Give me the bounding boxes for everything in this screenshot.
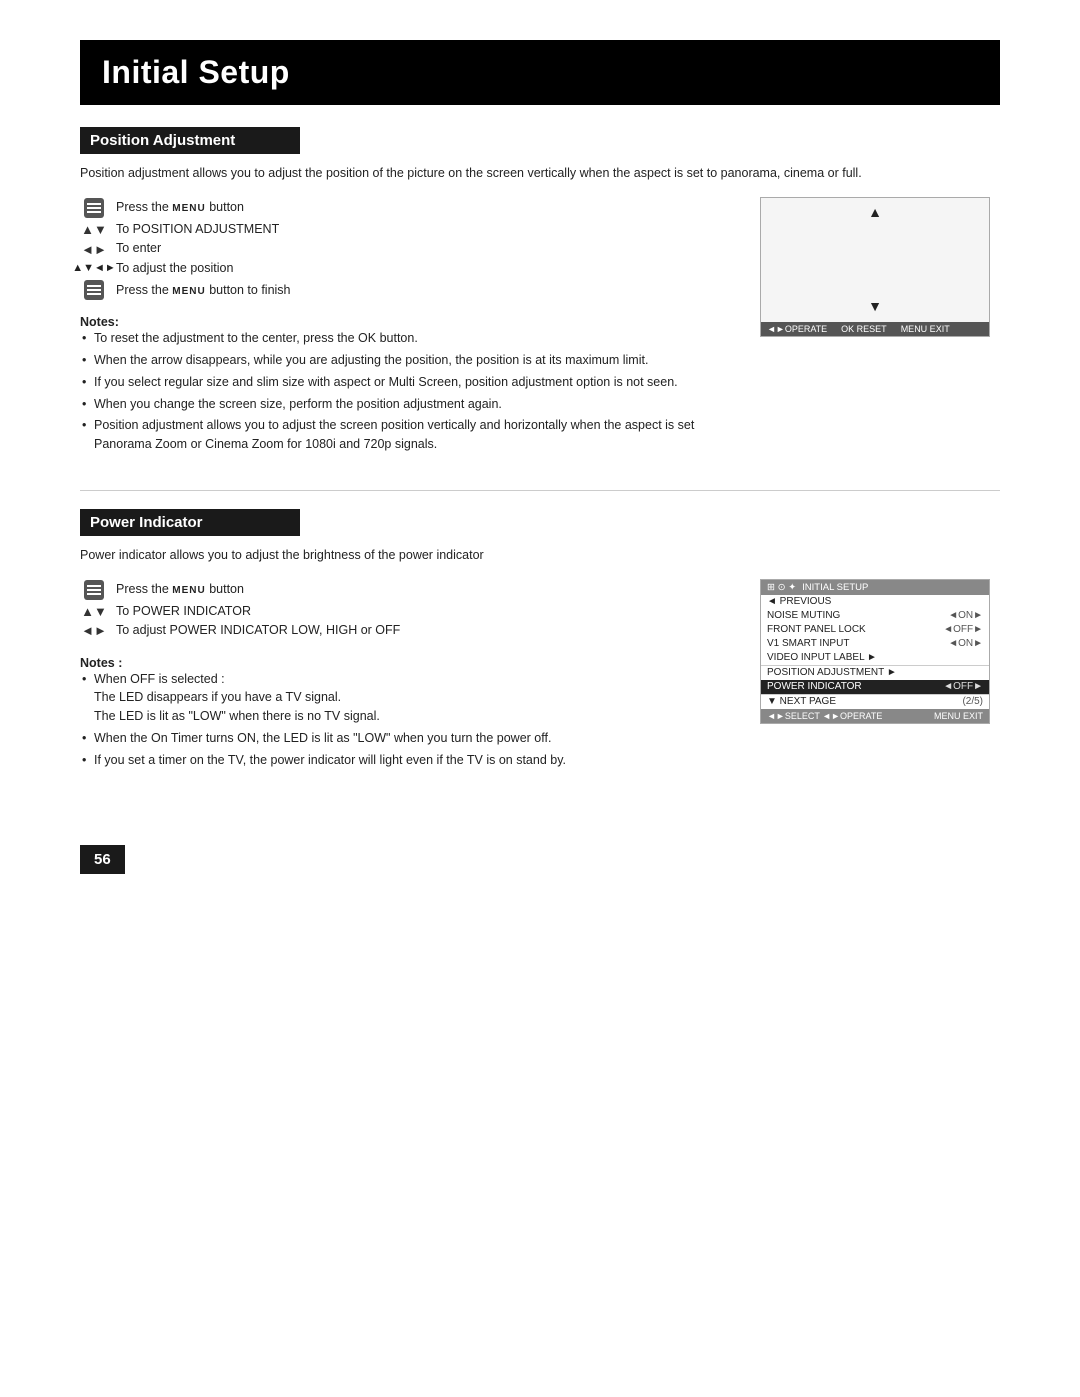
- page-title: Initial Setup: [80, 40, 1000, 105]
- instr2-text-3: To adjust POWER INDICATOR LOW, HIGH or O…: [116, 622, 400, 640]
- screen-bottom-bar: ◄►OPERATE OK RESET MENU EXIT: [761, 322, 989, 336]
- instr2-row-1: Press the Menu button: [80, 579, 730, 601]
- screen-box: ▲ ▼ ◄►OPERATE OK RESET MENU EXIT: [760, 197, 990, 337]
- instr-row-1: Press the Menu button: [80, 197, 730, 219]
- screen-bar-reset: OK RESET: [841, 324, 887, 334]
- menu-bottom-exit: MENU EXIT: [934, 711, 983, 721]
- instr2-text-2: To POWER INDICATOR: [116, 603, 251, 621]
- section1-note-1: To reset the adjustment to the center, p…: [80, 329, 730, 348]
- instr2-row-2: ▲▼ To POWER INDICATOR: [80, 603, 730, 621]
- menu-label-next-page: ▼ NEXT PAGE: [767, 696, 836, 707]
- menu-title-icons: ⊞ ⊙ ✦: [767, 582, 796, 593]
- instr-text-1: Press the Menu button: [116, 199, 244, 217]
- instr-text-5: Press the Menu button to finish: [116, 282, 291, 300]
- menu-label-position-adjustment: POSITION ADJUSTMENT ►: [767, 667, 897, 678]
- menu-row-v1-smart-input: V1 SMART INPUT ◄ON►: [761, 637, 989, 651]
- menu-label-front-panel-lock: FRONT PANEL LOCK: [767, 624, 866, 635]
- menu-title-text: INITIAL SETUP: [802, 582, 868, 593]
- instr2-text-1: Press the Menu button: [116, 581, 244, 599]
- menu-value-front-panel-lock: ◄OFF►: [943, 624, 983, 635]
- menu-value-v1-smart-input: ◄ON►: [948, 638, 983, 649]
- menu-row-previous: ◄ PREVIOUS: [761, 595, 989, 609]
- page-number: 56: [80, 845, 125, 874]
- menu-label-video-input-label: VIDEO INPUT LABEL ►: [767, 652, 877, 663]
- menu-row-video-input-label: VIDEO INPUT LABEL ►: [761, 651, 989, 665]
- arrow-ud-icon-2: ▲▼: [80, 605, 108, 618]
- section-divider: [80, 490, 1000, 491]
- menu-row-noise-muting: NOISE MUTING ◄ON►: [761, 609, 989, 623]
- section2-instr-table: Press the Menu button ▲▼ To POWER INDICA…: [80, 579, 730, 640]
- section2-note-2: When the On Timer turns ON, the LED is l…: [80, 729, 730, 748]
- menu-box: ⊞ ⊙ ✦ INITIAL SETUP ◄ PREVIOUS NOISE MUT…: [760, 579, 990, 724]
- section1-instructions: Press the Menu button ▲▼ To POSITION ADJ…: [80, 197, 730, 462]
- section1-screen-diagram: ▲ ▼ ◄►OPERATE OK RESET MENU EXIT: [760, 197, 1000, 337]
- menu-value-power-indicator: ◄OFF►: [943, 681, 983, 692]
- arrow-ud-icon-1: ▲▼: [80, 223, 108, 236]
- menu-label-v1-smart-input: V1 SMART INPUT: [767, 638, 849, 649]
- section2-note-3: If you set a timer on the TV, the power …: [80, 751, 730, 770]
- instr-text-3: To enter: [116, 240, 161, 258]
- section2-instructions: Press the Menu button ▲▼ To POWER INDICA…: [80, 579, 730, 778]
- section1-notes-label: Notes:: [80, 315, 119, 329]
- menu-row-position-adjustment: POSITION ADJUSTMENT ►: [761, 665, 989, 680]
- instr2-row-3: ◄► To adjust POWER INDICATOR LOW, HIGH o…: [80, 622, 730, 640]
- menu-value-noise-muting: ◄ON►: [948, 610, 983, 621]
- menu-bottom-select: ◄►SELECT ◄►OPERATE: [767, 711, 882, 721]
- section2-notes-list: When OFF is selected : The LED disappear…: [80, 670, 730, 770]
- section2-instructions-row: Press the Menu button ▲▼ To POWER INDICA…: [80, 579, 1000, 778]
- instr-row-5: Press the Menu button to finish: [80, 279, 730, 301]
- instr-row-2: ▲▼ To POSITION ADJUSTMENT: [80, 221, 730, 239]
- section2-note-1: When OFF is selected : The LED disappear…: [80, 670, 730, 726]
- section-power-indicator: Power Indicator Power indicator allows y…: [80, 509, 1000, 778]
- section2-notes: Notes : When OFF is selected : The LED d…: [80, 656, 730, 770]
- section1-note-5: Position adjustment allows you to adjust…: [80, 416, 730, 454]
- menu-row-next-page: ▼ NEXT PAGE (2/5): [761, 694, 989, 709]
- arrow-lr-icon-2: ◄►: [80, 624, 108, 637]
- section1-instr-table: Press the Menu button ▲▼ To POSITION ADJ…: [80, 197, 730, 302]
- menu-label-power-indicator: POWER INDICATOR: [767, 681, 862, 692]
- instr-row-4: ▲▼◄► To adjust the position: [80, 260, 730, 278]
- instr-text-4: To adjust the position: [116, 260, 233, 278]
- menu-icon-1: [80, 197, 108, 219]
- section-position-adjustment: Position Adjustment Position adjustment …: [80, 127, 1000, 462]
- section2-header: Power Indicator: [80, 509, 300, 536]
- section1-header: Position Adjustment: [80, 127, 300, 154]
- section2-description: Power indicator allows you to adjust the…: [80, 546, 1000, 565]
- section1-instructions-row: Press the Menu button ▲▼ To POSITION ADJ…: [80, 197, 1000, 462]
- menu-icon-3: [80, 579, 108, 601]
- section1-description: Position adjustment allows you to adjust…: [80, 164, 1000, 183]
- menu-row-power-indicator: POWER INDICATOR ◄OFF►: [761, 680, 989, 694]
- section1-notes-list: To reset the adjustment to the center, p…: [80, 329, 730, 454]
- screen-bar-operate: ◄►OPERATE: [767, 324, 827, 334]
- screen-arrow-down: ▼: [868, 298, 882, 314]
- menu-title-bar: ⊞ ⊙ ✦ INITIAL SETUP: [761, 580, 989, 595]
- section2-menu-diagram: ⊞ ⊙ ✦ INITIAL SETUP ◄ PREVIOUS NOISE MUT…: [760, 579, 1000, 724]
- menu-label-noise-muting: NOISE MUTING: [767, 610, 840, 621]
- section1-note-3: If you select regular size and slim size…: [80, 373, 730, 392]
- screen-arrow-up: ▲: [868, 204, 882, 220]
- menu-value-next-page: (2/5): [962, 696, 983, 707]
- menu-bottom-bar: ◄►SELECT ◄►OPERATE MENU EXIT: [761, 709, 989, 723]
- section2-notes-label: Notes :: [80, 656, 122, 670]
- instr-row-3: ◄► To enter: [80, 240, 730, 258]
- section1-note-4: When you change the screen size, perform…: [80, 395, 730, 414]
- arrow-lr-icon-1: ◄►: [80, 243, 108, 256]
- arrow-udlr-icon-1: ▲▼◄►: [80, 263, 108, 274]
- section1-note-2: When the arrow disappears, while you are…: [80, 351, 730, 370]
- section1-notes: Notes: To reset the adjustment to the ce…: [80, 315, 730, 454]
- menu-icon-2: [80, 279, 108, 301]
- menu-row-front-panel-lock: FRONT PANEL LOCK ◄OFF►: [761, 623, 989, 637]
- instr-text-2: To POSITION ADJUSTMENT: [116, 221, 279, 239]
- screen-bar-exit: MENU EXIT: [901, 324, 950, 334]
- menu-label-previous: ◄ PREVIOUS: [767, 596, 831, 607]
